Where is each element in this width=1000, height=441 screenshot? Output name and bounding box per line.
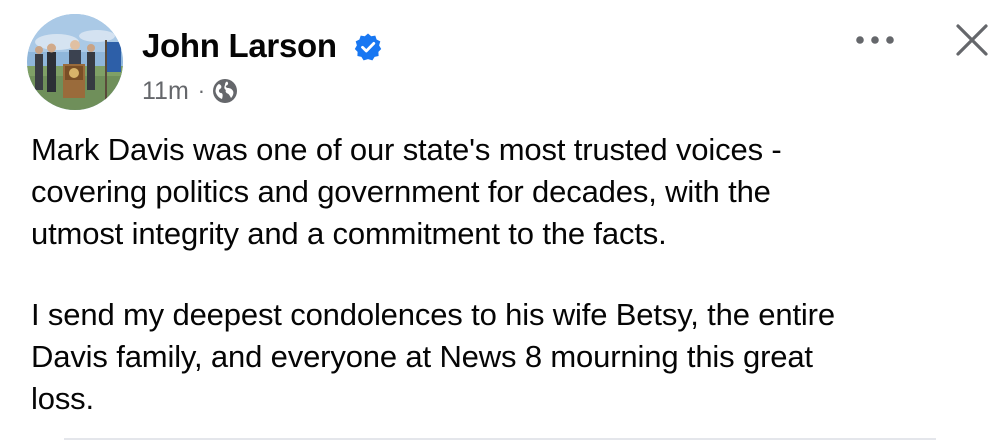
post-paragraph: I send my deepest condolences to his wif… [31,297,835,416]
post-meta: 11m · [142,76,238,106]
close-icon[interactable] [950,18,994,62]
post-timestamp[interactable]: 11m [142,77,189,106]
more-options-icon[interactable] [853,30,897,50]
verified-badge-icon [354,33,382,61]
globe-icon[interactable] [212,78,238,104]
author-name[interactable]: John Larson [142,26,337,66]
post-body: Mark Davis was one of our state's most t… [31,129,991,420]
post-divider [64,438,936,440]
avatar-photo [27,14,123,110]
author-avatar[interactable] [27,14,123,110]
post-paragraph: Mark Davis was one of our state's most t… [31,132,782,251]
facebook-post: John Larson 11m · Mark Davis was one of … [0,0,1000,441]
meta-separator: · [197,78,206,103]
